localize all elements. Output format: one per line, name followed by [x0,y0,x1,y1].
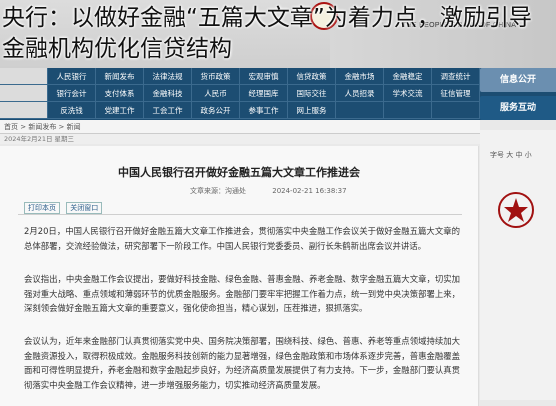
tab-service-interaction[interactable]: 服务互动 [480,96,556,120]
article-paragraph: 2月20日，中国人民银行召开做好金融五篇大文章工作推进会，贯彻落实中央金融工作会… [24,226,460,251]
nav-item[interactable]: 宏观审慎 [240,68,288,85]
nav-item [384,102,432,119]
side-tabs: 信息公开 服务互动 [480,68,556,128]
close-window-button[interactable]: 关闭窗口 [66,202,103,214]
nav-item[interactable]: 货币政策 [192,68,240,85]
nav-item[interactable]: 金融稳定 [384,68,432,85]
nav-item[interactable]: 金融科技 [144,85,192,102]
nav-item[interactable]: 党建工作 [96,102,144,119]
nav-item [0,85,48,102]
nav-item[interactable]: 新闻发布 [96,68,144,85]
nav-grid: 人民银行 新闻发布 法律法规 货币政策 宏观审慎 信贷政策 金融市场 金融稳定 调查统计银行会计… [0,68,480,120]
nav-item [432,102,480,119]
nav-item [336,102,384,119]
nav-item[interactable]: 人民银行 [48,68,96,85]
nav-item[interactable]: 金融市场 [336,68,384,85]
nav-item[interactable]: 反洗钱 [48,102,96,119]
date-line: 2024年2月21日 星期三 [0,134,480,144]
article-tools: 打印本页 关闭窗口 [24,202,106,214]
article-meta: 文章来源：沟通处 2024-02-21 16:38:37 [190,186,371,196]
article-title: 中国人民银行召开做好金融五篇大文章工作推进会 [118,166,360,179]
article-paragraph: 会议指出，中央金融工作会议提出，要做好科技金融、绿色金融、普惠金融、养老金融、数… [24,274,460,313]
article-date: 2024-02-21 16:38:37 [272,187,347,195]
red-seal-icon [498,192,534,228]
nav-item[interactable]: 国际交往 [288,85,336,102]
tab-info-disclosure[interactable]: 信息公开 [480,68,556,92]
nav-item[interactable]: 参事工作 [240,102,288,119]
nav-item[interactable]: 支付体系 [96,85,144,102]
nav-item[interactable]: 调查统计 [432,68,480,85]
nav-item[interactable]: 银行会计 [48,85,96,102]
nav-item [0,68,48,85]
nav-item[interactable]: 学术交流 [384,85,432,102]
headline-overlay: 央行：以做好金融“五篇大文章”为着力点，激励引导金融机构优化信贷结构 [2,5,532,62]
nav-item[interactable]: 经理国库 [240,85,288,102]
article-source: 文章来源：沟通处 [190,187,246,195]
divider [18,214,462,215]
font-size-control[interactable]: 字号 大 中 小 [490,150,532,160]
nav-item[interactable]: 信贷政策 [288,68,336,85]
nav-item[interactable]: 征信管理 [432,85,480,102]
nav-item[interactable]: 网上服务 [288,102,336,119]
article-paragraph: 会议认为，近年来金融部门认真贯彻落实党中央、国务院决策部署，围绕科技、绿色、普惠… [24,336,460,390]
article-panel: 中国人民银行召开做好金融五篇大文章工作推进会 文章来源：沟通处 2024-02-… [0,146,479,406]
print-button[interactable]: 打印本页 [24,202,60,214]
nav-item[interactable]: 政务公开 [192,102,240,119]
nav-item [0,102,48,119]
nav-item[interactable]: 人员招录 [336,85,384,102]
breadcrumb[interactable]: 首页 > 新闻发布 > 新闻 [0,120,480,134]
nav-item[interactable]: 工会工作 [144,102,192,119]
right-panel [480,130,556,400]
nav-item[interactable]: 法律法规 [144,68,192,85]
nav-item[interactable]: 人民币 [192,85,240,102]
